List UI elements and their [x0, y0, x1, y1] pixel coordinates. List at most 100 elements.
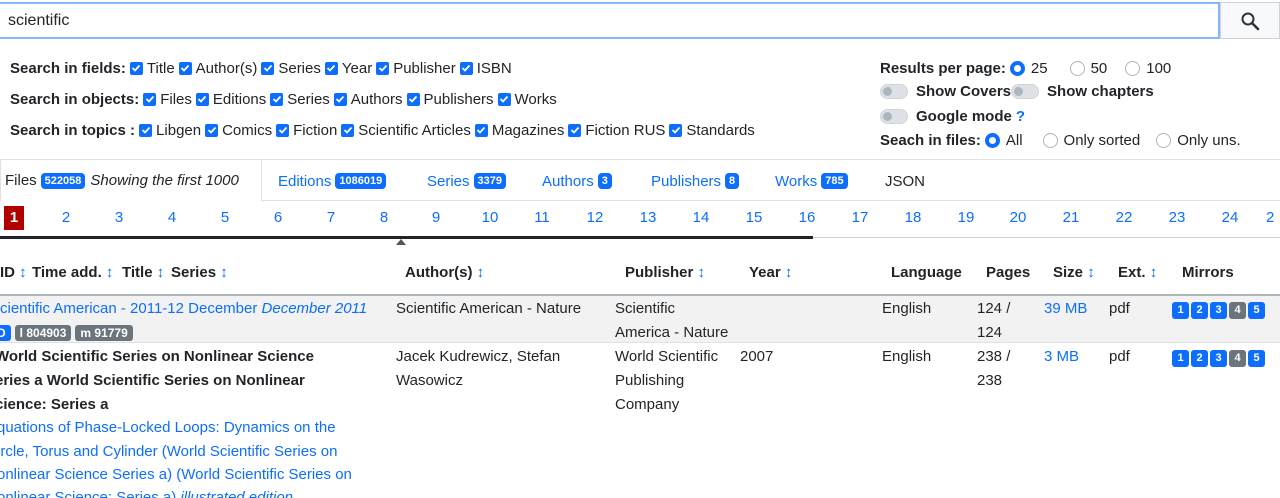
show-covers-toggle[interactable] — [880, 83, 908, 99]
page-link[interactable]: 17 — [848, 209, 872, 226]
row-title[interactable]: quations of Phase-Locked Loops: Dynamics… — [0, 416, 336, 440]
field-year-checkbox[interactable]: Year — [324, 60, 372, 77]
mirror-link[interactable]: 2 — [1191, 350, 1208, 367]
topic-comics-checkbox[interactable]: Comics — [205, 122, 272, 139]
files-all-radio[interactable]: All — [984, 132, 1023, 149]
sort-icon[interactable]: ↕ — [1087, 264, 1095, 281]
files-only-sorted-radio[interactable]: Only sorted — [1042, 132, 1140, 149]
mirror-link[interactable]: 3 — [1210, 350, 1227, 367]
object-files-checkbox[interactable]: Files — [143, 91, 192, 108]
topic-scientific-articles-checkbox[interactable]: Scientific Articles — [341, 122, 471, 139]
sort-icon[interactable]: ↕ — [220, 264, 228, 281]
title-link[interactable]: cientific American - 2011-12 December — [0, 300, 257, 317]
row-size[interactable]: 3 MB — [1044, 345, 1079, 369]
page-link[interactable]: 20 — [1006, 209, 1030, 226]
page-link[interactable]: 2 — [54, 209, 78, 226]
col-header-size[interactable]: Size ↕ — [1053, 264, 1095, 281]
magazine-id-tag[interactable]: m 91779 — [75, 325, 133, 341]
mirror-link[interactable]: 5 — [1248, 302, 1265, 319]
page-link[interactable]: 18 — [901, 209, 925, 226]
row-title[interactable]: ircle, Torus and Cylinder (World Scienti… — [0, 440, 337, 464]
page-link[interactable]: 21 — [1059, 209, 1083, 226]
page-link[interactable]: 11 — [530, 209, 554, 226]
tab-files[interactable]: Files 522058 Showing the first 1000 — [0, 160, 262, 202]
sort-icon[interactable]: ↕ — [106, 264, 114, 281]
row-title[interactable]: onlinear Science: Series a) illustrated … — [0, 486, 293, 498]
files-only-unsorted-radio[interactable]: Only uns. — [1156, 132, 1241, 149]
col-header-time-added[interactable]: Time add. ↕ — [32, 264, 113, 281]
page-link[interactable]: 24 — [1218, 209, 1242, 226]
col-header-publisher[interactable]: Publisher ↕ — [625, 264, 705, 281]
field-title-checkbox[interactable]: Title — [129, 60, 175, 77]
col-header-id[interactable]: ID ↕ — [0, 264, 27, 281]
search-input[interactable] — [0, 2, 1220, 39]
mirror-link[interactable]: 1 — [1172, 302, 1189, 319]
sort-icon[interactable]: ↕ — [477, 264, 485, 281]
topic-fiction-checkbox[interactable]: Fiction — [276, 122, 337, 139]
tab-publishers[interactable]: Publishers 8 — [651, 160, 740, 202]
page-link[interactable]: 19 — [954, 209, 978, 226]
field-series-checkbox[interactable]: Series — [261, 60, 321, 77]
results-50-radio[interactable]: 50 — [1069, 60, 1107, 77]
row-title[interactable]: onlinear Science Series a) (World Scient… — [0, 463, 352, 487]
page-link[interactable]: 12 — [583, 209, 607, 226]
sort-icon[interactable]: ↕ — [1150, 264, 1158, 281]
tab-works[interactable]: Works 785 — [775, 160, 848, 202]
tab-json[interactable]: JSON — [885, 160, 925, 202]
sort-icon[interactable]: ↕ — [698, 264, 706, 281]
page-link[interactable]: 10 — [478, 209, 502, 226]
mirror-link[interactable]: 1 — [1172, 350, 1189, 367]
page-link[interactable]: 5 — [213, 209, 237, 226]
results-25-radio[interactable]: 25 — [1009, 60, 1048, 77]
page-link[interactable]: 6 — [266, 209, 290, 226]
page-link[interactable]: 2 — [1266, 209, 1280, 226]
sort-icon[interactable]: ↕ — [785, 264, 793, 281]
field-publisher-checkbox[interactable]: Publisher — [376, 60, 456, 77]
sort-icon[interactable]: ↕ — [157, 264, 165, 281]
results-100-radio[interactable]: 100 — [1125, 60, 1171, 77]
tab-authors[interactable]: Authors 3 — [542, 160, 612, 202]
field-authors-checkbox[interactable]: Author(s) — [178, 60, 257, 77]
title-edition[interactable]: illustrated edition — [180, 489, 293, 498]
mirror-link[interactable]: 4 — [1229, 302, 1246, 319]
mirror-link[interactable]: 5 — [1248, 350, 1265, 367]
topic-libgen-checkbox[interactable]: Libgen — [139, 122, 201, 139]
col-header-authors[interactable]: Author(s) ↕ — [405, 264, 484, 281]
mirror-link[interactable]: 2 — [1191, 302, 1208, 319]
col-header-title[interactable]: Title ↕ — [122, 264, 164, 281]
page-current[interactable]: 1 — [4, 206, 24, 230]
page-link[interactable]: 13 — [636, 209, 660, 226]
sort-icon[interactable]: ↕ — [19, 264, 27, 281]
object-works-checkbox[interactable]: Works — [497, 91, 557, 108]
title-link[interactable]: onlinear Science: Series a) — [0, 489, 176, 498]
page-link[interactable]: 7 — [319, 209, 343, 226]
show-chapters-toggle[interactable] — [1011, 83, 1040, 99]
mirror-link[interactable]: 3 — [1210, 302, 1227, 319]
page-link[interactable]: 14 — [689, 209, 713, 226]
caret-up-icon[interactable] — [396, 239, 406, 245]
help-icon[interactable]: ? — [1016, 108, 1025, 125]
mirror-link[interactable]: 4 — [1229, 350, 1246, 367]
field-isbn-checkbox[interactable]: ISBN — [459, 60, 512, 77]
topic-standards-checkbox[interactable]: Standards — [669, 122, 755, 139]
topic-fiction-rus-checkbox[interactable]: Fiction RUS — [568, 122, 665, 139]
row-title[interactable]: cientific American - 2011-12 December De… — [0, 297, 367, 321]
libgen-id-tag[interactable]: l 804903 — [14, 325, 72, 341]
object-editions-checkbox[interactable]: Editions — [195, 91, 266, 108]
page-link[interactable]: 15 — [742, 209, 766, 226]
page-link[interactable]: 4 — [160, 209, 184, 226]
col-header-ext[interactable]: Ext. ↕ — [1118, 264, 1157, 281]
object-authors-checkbox[interactable]: Authors — [333, 91, 403, 108]
col-header-series[interactable]: Series ↕ — [171, 264, 228, 281]
file-id-tag[interactable]: D — [0, 325, 11, 341]
page-link[interactable]: 8 — [372, 209, 396, 226]
topic-magazines-checkbox[interactable]: Magazines — [474, 122, 564, 139]
search-button[interactable] — [1220, 2, 1280, 39]
row-size[interactable]: 39 MB — [1044, 297, 1087, 321]
page-link[interactable]: 16 — [795, 209, 819, 226]
page-link[interactable]: 9 — [424, 209, 448, 226]
title-edition[interactable]: December 2011 — [262, 300, 368, 317]
page-link[interactable]: 22 — [1112, 209, 1136, 226]
object-publishers-checkbox[interactable]: Publishers — [406, 91, 494, 108]
pagination-scrollbar[interactable] — [0, 236, 813, 239]
